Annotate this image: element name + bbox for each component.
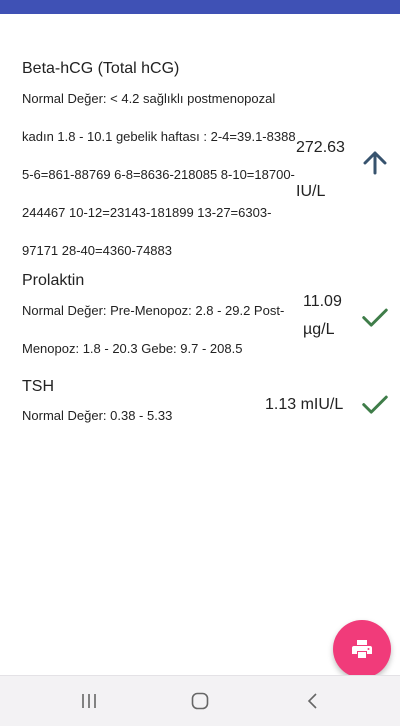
test-name: TSH [22,378,54,395]
print-button[interactable] [333,620,391,678]
test-value: 11.09 µg/L [303,286,359,346]
test-normal-range: Normal Değer: < 4.2 sağlıklı postmenopoz… [22,91,296,258]
navigation-bar [0,675,400,726]
home-icon [191,692,209,710]
check-icon [362,395,388,414]
test-value-unit: µg/L [303,321,335,338]
check-icon [362,308,388,327]
back-button[interactable] [283,676,343,726]
test-value: 1.13 mIU/L [265,389,365,421]
status-bar [0,0,400,14]
back-icon [307,693,317,709]
print-icon [352,640,372,658]
test-value-unit: IU/L [296,183,326,200]
test-name: Prolaktin [22,272,85,289]
test-value: 272.63 IU/L [296,132,358,208]
test-value-number: 1.13 mIU/L [265,396,344,413]
recent-apps-button[interactable] [59,676,119,726]
test-value-number: 272.63 [296,139,345,156]
test-name: Beta-hCG (Total hCG) [22,60,180,77]
test-item-beta-hcg: Beta-hCG (Total hCG) Normal Değer: < 4.2… [22,58,392,268]
home-button[interactable] [170,676,230,726]
recent-apps-icon [82,694,96,708]
test-item-tsh: TSH Normal Değer: 0.38 - 5.33 1.13 mIU/L [22,378,392,428]
test-item-prolaktin: Prolaktin Normal Değer: Pre-Menopoz: 2.8… [22,272,392,364]
test-normal-range: Normal Değer: Pre-Menopoz: 2.8 - 29.2 Po… [22,303,285,356]
arrow-up-icon [363,151,387,175]
test-normal-range: Normal Değer: 0.38 - 5.33 [22,408,173,423]
